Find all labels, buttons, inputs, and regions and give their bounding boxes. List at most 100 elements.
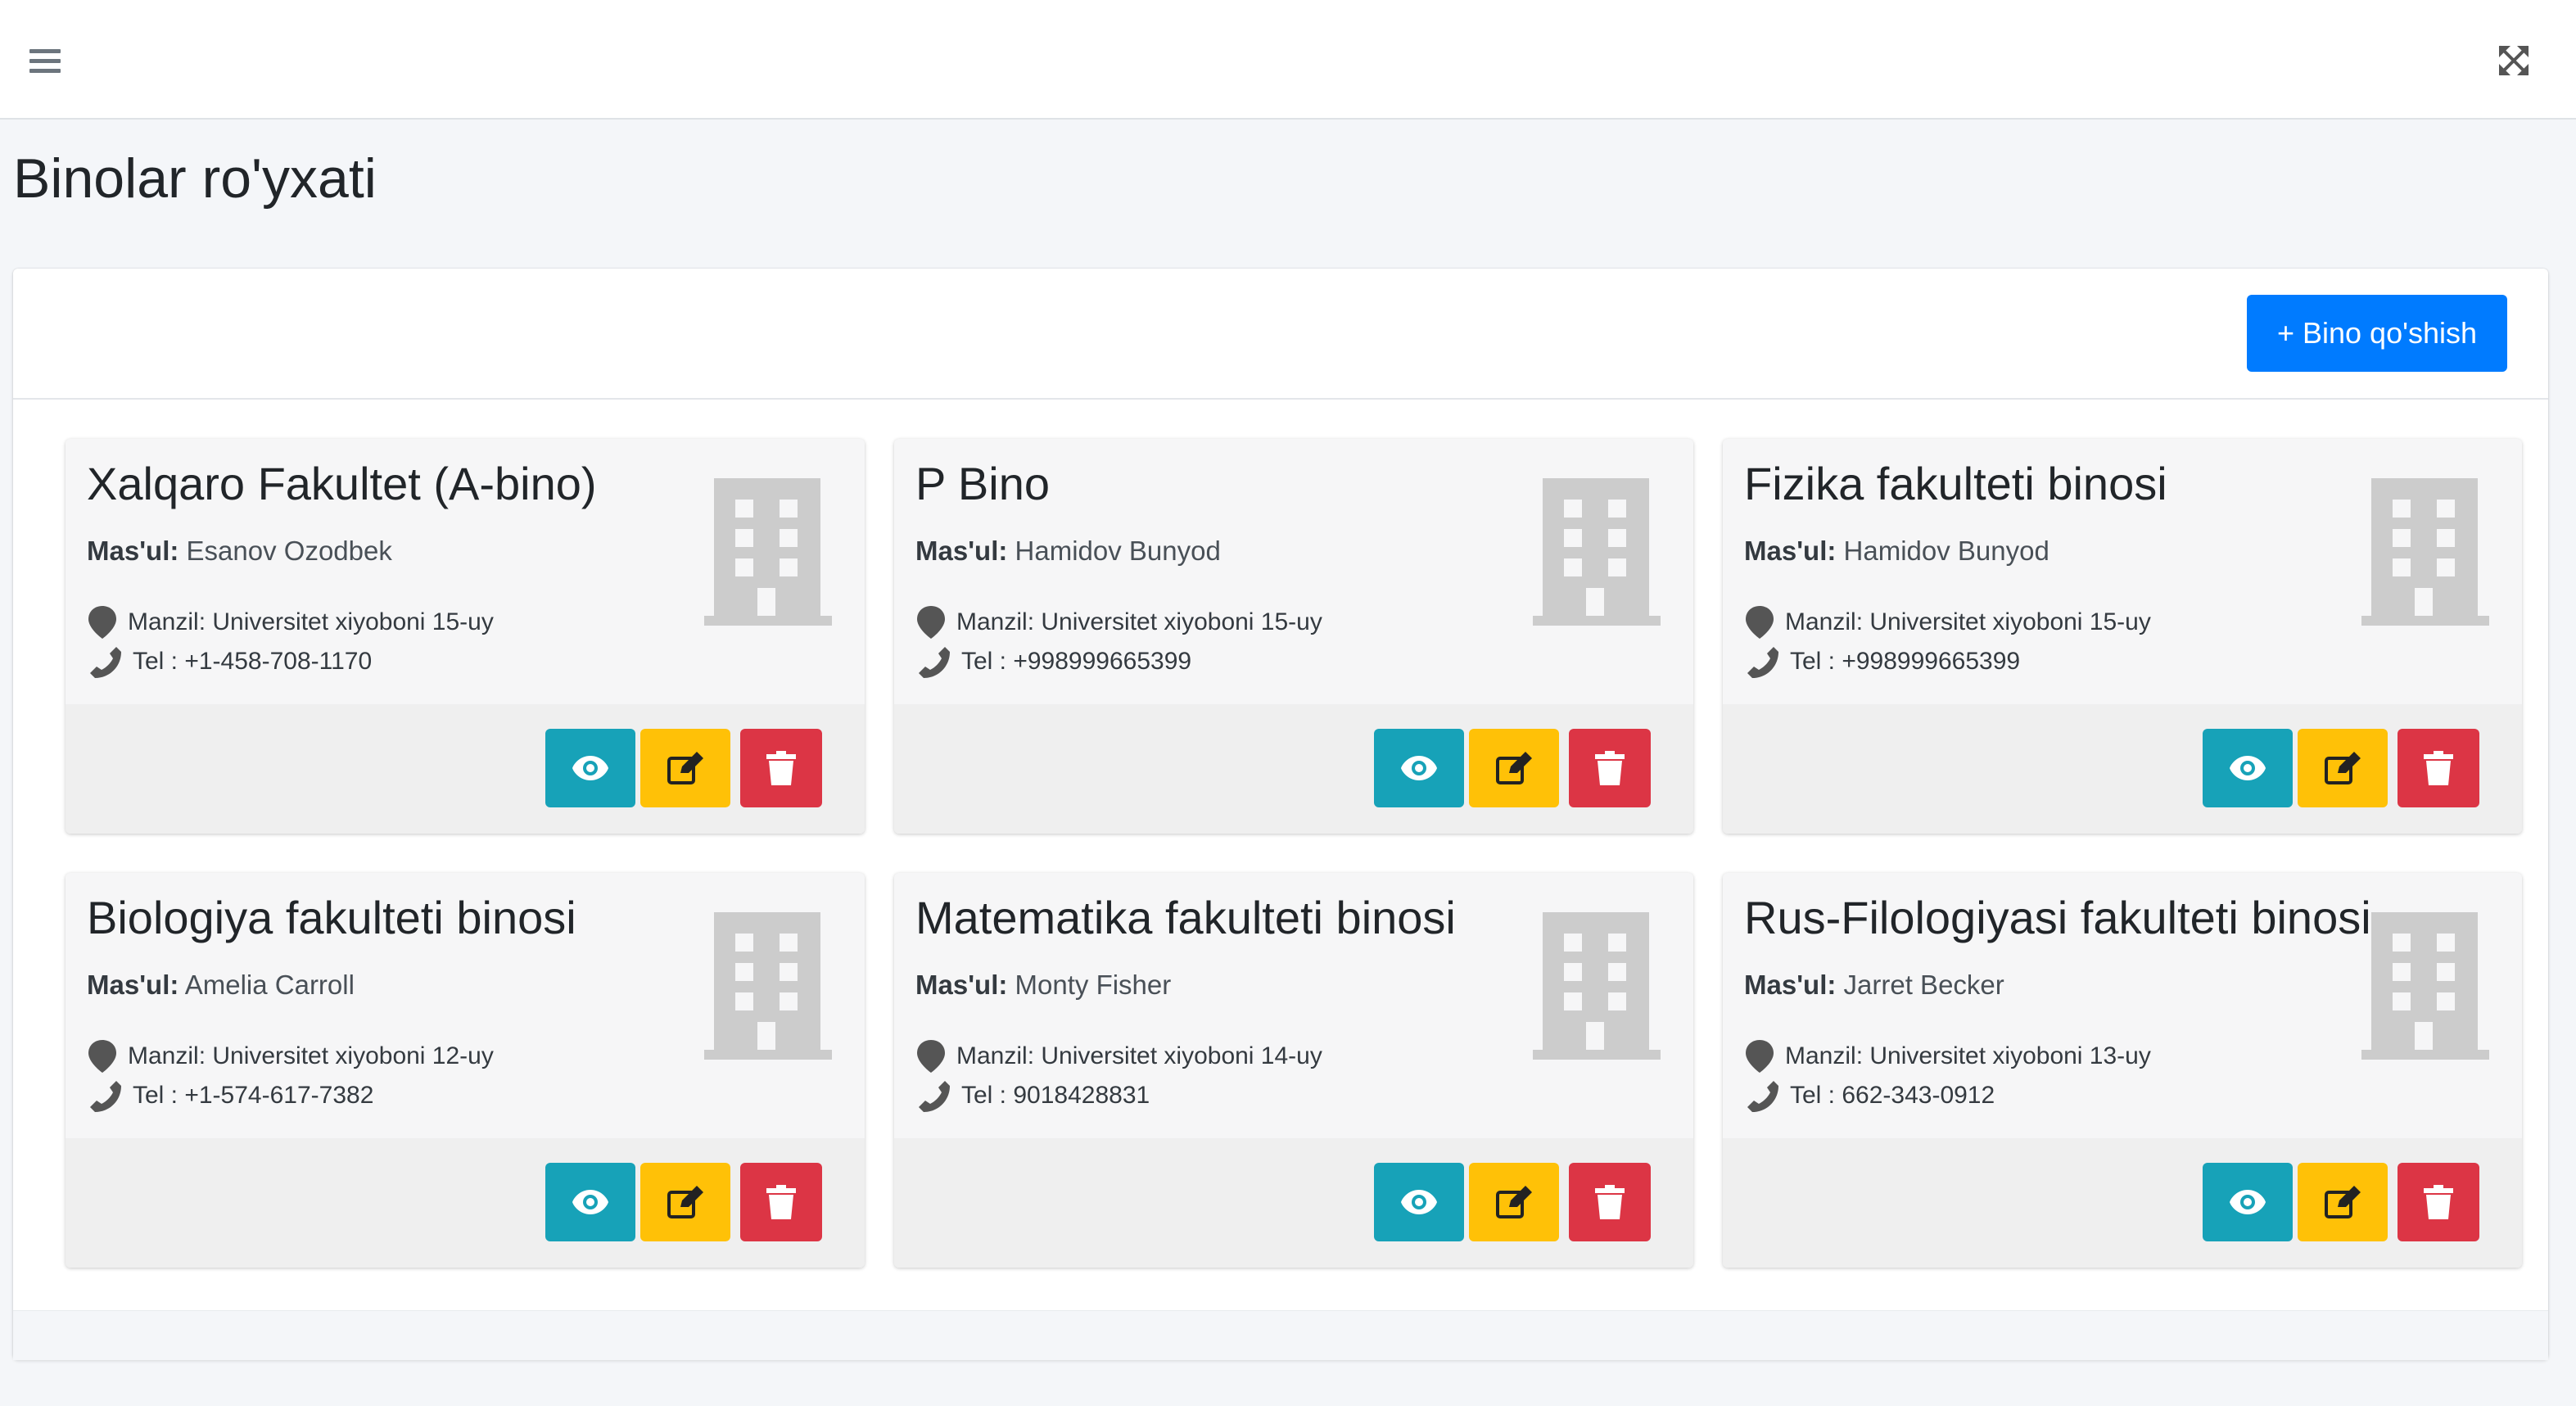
phone-text: Tel : 9018428831 (961, 1082, 1150, 1109)
phone-text: Tel : +998999665399 (1790, 648, 2021, 675)
responsible-name: Amelia Carroll (184, 970, 355, 1000)
phone-line: Tel : +998999665399 (917, 645, 1191, 678)
card-actions (66, 1138, 865, 1268)
view-button[interactable] (545, 1163, 635, 1241)
eye-icon (1401, 1190, 1437, 1214)
phone-icon (1747, 1081, 1778, 1112)
card-footer (13, 1310, 2548, 1360)
phone-line: Tel : 662-343-0912 (1746, 1079, 1995, 1112)
add-building-button[interactable]: + Bino qo'shish (2247, 295, 2507, 372)
responsible-person: Mas'ul: Esanov Ozodbek (87, 536, 392, 567)
edit-icon (667, 752, 703, 784)
edit-button[interactable] (1469, 729, 1559, 807)
map-marker-icon (88, 606, 116, 639)
card-actions (66, 704, 865, 834)
view-button[interactable] (1374, 729, 1464, 807)
phone-text: Tel : +998999665399 (961, 648, 1192, 675)
address-line: Manzil: Universitet xiyoboni 15-uy (1746, 606, 2151, 639)
eye-icon (2230, 1190, 2266, 1214)
edit-button[interactable] (640, 729, 730, 807)
phone-icon (919, 1081, 950, 1112)
responsible-name: Hamidov Bunyod (1015, 536, 1221, 566)
trash-icon (1595, 1185, 1625, 1219)
address-text: Manzil: Universitet xiyoboni 13-uy (1785, 1042, 2151, 1069)
building-icon (1533, 478, 1661, 626)
edit-icon (667, 1186, 703, 1218)
building-icon (1533, 912, 1661, 1060)
address-text: Manzil: Universitet xiyoboni 15-uy (956, 608, 1322, 635)
address-line: Manzil: Universitet xiyoboni 14-uy (917, 1040, 1322, 1073)
eye-icon (2230, 756, 2266, 780)
view-button[interactable] (2203, 1163, 2293, 1241)
building-name: Biologiya fakulteti binosi (87, 892, 576, 943)
card-actions (1723, 1138, 2522, 1268)
trash-icon (2424, 751, 2453, 785)
phone-icon (90, 1081, 121, 1112)
address-line: Manzil: Universitet xiyoboni 15-uy (88, 606, 494, 639)
phone-text: Tel : 662-343-0912 (1790, 1082, 1995, 1109)
address-line: Manzil: Universitet xiyoboni 12-uy (88, 1040, 494, 1073)
phone-icon (90, 647, 121, 678)
view-button[interactable] (1374, 1163, 1464, 1241)
building-card: Biologiya fakulteti binosi Mas'ul: Ameli… (66, 873, 865, 1268)
delete-button[interactable] (1569, 729, 1651, 807)
building-name: Xalqaro Fakultet (A-bino) (87, 458, 597, 509)
map-marker-icon (1746, 606, 1774, 639)
edit-button[interactable] (640, 1163, 730, 1241)
building-name: P Bino (915, 458, 1050, 509)
building-name: Matematika fakulteti binosi (915, 892, 1456, 943)
responsible-name: Monty Fisher (1015, 970, 1172, 1000)
trash-icon (1595, 751, 1625, 785)
eye-icon (572, 756, 608, 780)
responsible-label: Mas'ul: (87, 536, 179, 566)
responsible-label: Mas'ul: (915, 536, 1008, 566)
responsible-name: Esanov Ozodbek (186, 536, 392, 566)
expand-arrows-icon[interactable] (2497, 44, 2530, 77)
responsible-person: Mas'ul: Jarret Becker (1744, 970, 2004, 1001)
responsible-person: Mas'ul: Hamidov Bunyod (1744, 536, 2050, 567)
responsible-label: Mas'ul: (915, 970, 1008, 1000)
address-line: Manzil: Universitet xiyoboni 15-uy (917, 606, 1322, 639)
edit-button[interactable] (2298, 729, 2388, 807)
responsible-label: Mas'ul: (87, 970, 179, 1000)
view-button[interactable] (545, 729, 635, 807)
responsible-label: Mas'ul: (1744, 970, 1837, 1000)
delete-button[interactable] (2397, 1163, 2479, 1241)
delete-button[interactable] (740, 729, 822, 807)
phone-text: Tel : +1-574-617-7382 (133, 1082, 374, 1109)
trash-icon (766, 1185, 796, 1219)
building-card: Rus-Filologiyasi fakulteti binosi Mas'ul… (1723, 873, 2522, 1268)
delete-button[interactable] (1569, 1163, 1651, 1241)
buildings-grid: Xalqaro Fakultet (A-bino) Mas'ul: Esanov… (54, 400, 2535, 1300)
edit-button[interactable] (1469, 1163, 1559, 1241)
card-actions (894, 704, 1693, 834)
building-name: Fizika fakulteti binosi (1744, 458, 2167, 509)
map-marker-icon (88, 1040, 116, 1073)
responsible-name: Jarret Becker (1843, 970, 2004, 1000)
map-marker-icon (917, 606, 945, 639)
eye-icon (1401, 756, 1437, 780)
view-button[interactable] (2203, 729, 2293, 807)
address-text: Manzil: Universitet xiyoboni 15-uy (1785, 608, 2151, 635)
responsible-label: Mas'ul: (1744, 536, 1837, 566)
page-title: Binolar ro'yxati (13, 147, 377, 210)
edit-icon (2325, 752, 2361, 784)
address-text: Manzil: Universitet xiyoboni 12-uy (128, 1042, 494, 1069)
delete-button[interactable] (2397, 729, 2479, 807)
map-marker-icon (1746, 1040, 1774, 1073)
address-text: Manzil: Universitet xiyoboni 15-uy (128, 608, 494, 635)
responsible-person: Mas'ul: Monty Fisher (915, 970, 1171, 1001)
map-marker-icon (917, 1040, 945, 1073)
hamburger-icon[interactable] (29, 49, 61, 74)
address-text: Manzil: Universitet xiyoboni 14-uy (956, 1042, 1322, 1069)
trash-icon (766, 751, 796, 785)
building-card: Xalqaro Fakultet (A-bino) Mas'ul: Esanov… (66, 439, 865, 834)
delete-button[interactable] (740, 1163, 822, 1241)
card-actions (1723, 704, 2522, 834)
edit-icon (1496, 752, 1532, 784)
phone-icon (1747, 647, 1778, 678)
edit-button[interactable] (2298, 1163, 2388, 1241)
edit-icon (2325, 1186, 2361, 1218)
eye-icon (572, 1190, 608, 1214)
responsible-name: Hamidov Bunyod (1843, 536, 2050, 566)
